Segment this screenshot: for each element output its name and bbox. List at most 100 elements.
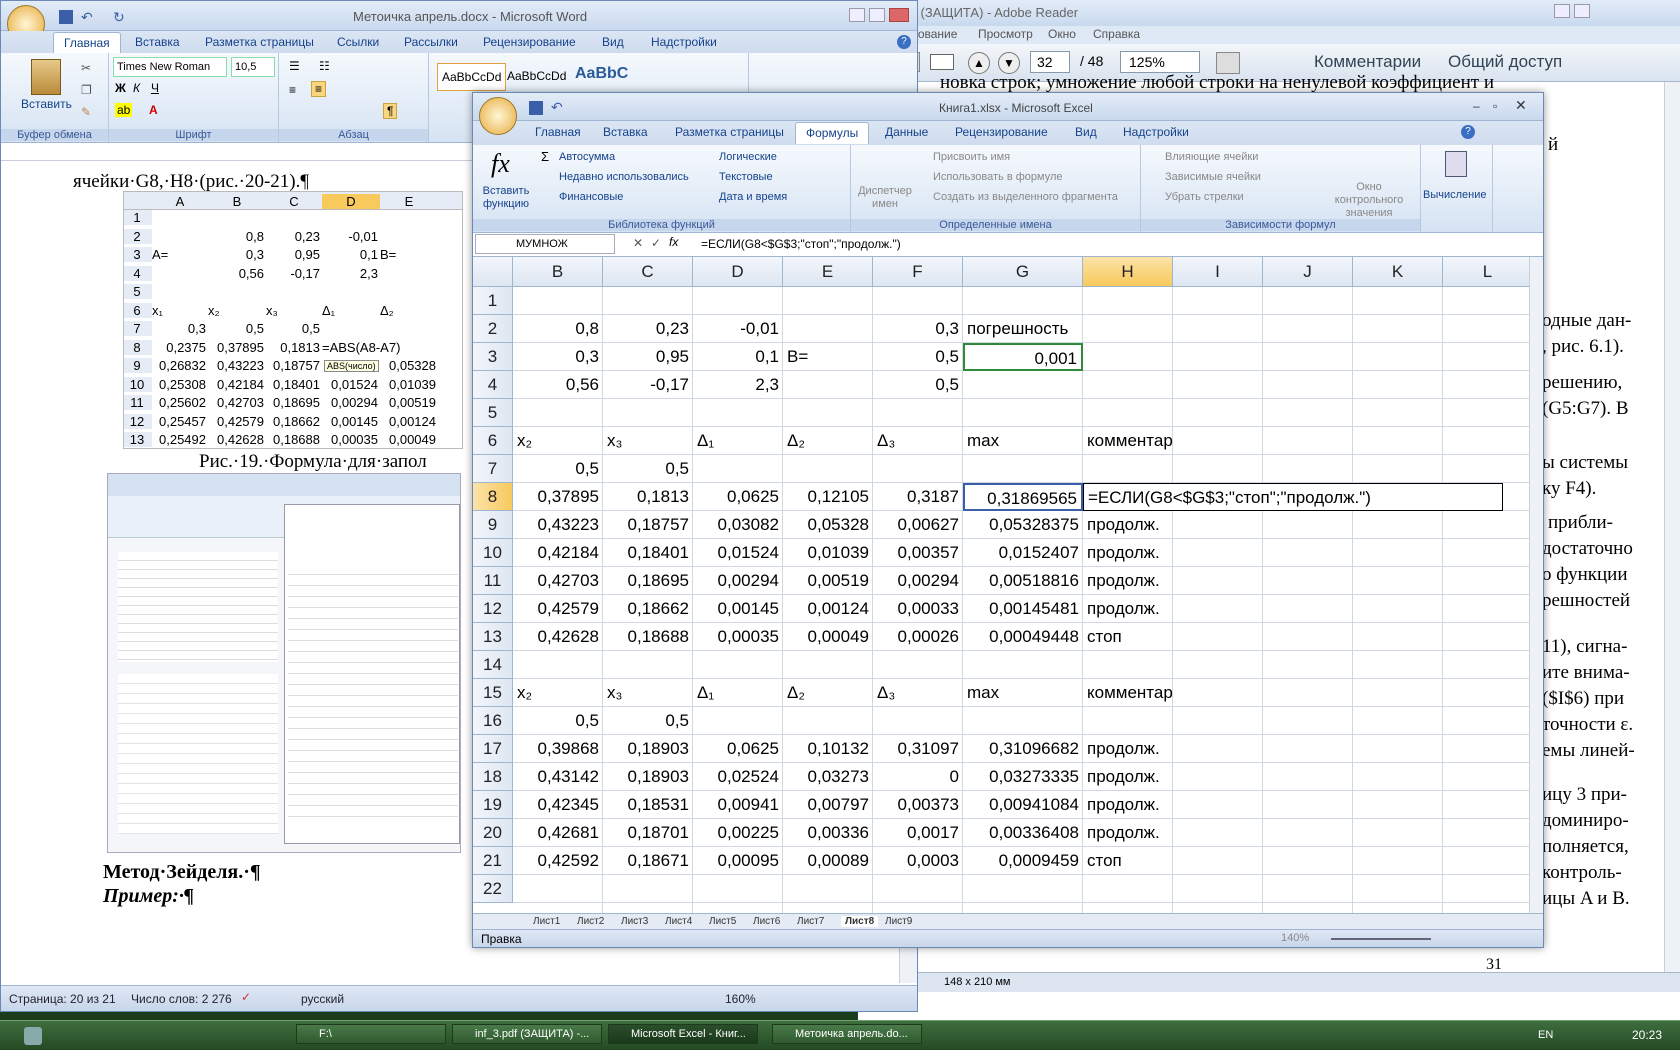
grid-cell[interactable]: 0,03273 (783, 763, 873, 791)
grid-cell[interactable]: 0,00336 (783, 819, 873, 847)
maximize-icon[interactable] (1574, 4, 1590, 18)
cancel-icon[interactable]: ✕ (633, 236, 643, 250)
grid-cell[interactable]: 0,18903 (603, 763, 693, 791)
comments-button[interactable]: Комментарии (1314, 52, 1421, 72)
name-box[interactable]: МУМНОЖ (475, 234, 615, 254)
row-header[interactable]: 6 (473, 427, 513, 455)
column-header[interactable]: G (963, 257, 1083, 287)
grid-cell[interactable]: 0,18903 (603, 735, 693, 763)
grid-cell[interactable]: 0,01039 (783, 539, 873, 567)
grid-cell[interactable]: 0,42184 (513, 539, 603, 567)
formula-input[interactable]: =ЕСЛИ(G8<$G$3;"стоп";"продолж.") (701, 237, 901, 251)
share-button[interactable]: Общий доступ (1448, 52, 1562, 72)
column-header[interactable]: I (1173, 257, 1263, 287)
tab-insert[interactable]: Вставка (135, 35, 180, 49)
sheet-tab[interactable]: Лист8 (841, 916, 879, 927)
grid-cell[interactable]: 0,12105 (783, 483, 873, 511)
grid-cell[interactable]: 0,00797 (783, 791, 873, 819)
grid-cell[interactable]: 0,001 (963, 343, 1083, 371)
grid-cell[interactable]: max (963, 679, 1083, 707)
grid-cell[interactable]: 0,5 (873, 371, 963, 399)
sheet-tab[interactable]: Лист6 (753, 916, 780, 927)
grid-cell[interactable]: 0,18662 (603, 595, 693, 623)
underline-icon[interactable]: Ч (151, 81, 159, 95)
grid-cell[interactable]: 0,01524 (693, 539, 783, 567)
grid-cell[interactable]: 0,8 (513, 315, 603, 343)
use-in-formula-button[interactable]: Использовать в формуле (933, 171, 1063, 183)
grid-cell[interactable]: погрешность (963, 315, 1083, 343)
enter-icon[interactable]: ✓ (651, 236, 661, 250)
grid-cell[interactable]: x₃ (603, 427, 693, 455)
tab-mailings[interactable]: Рассылки (404, 35, 458, 49)
grid-cell[interactable]: 0,00049448 (963, 623, 1083, 651)
tab-view[interactable]: Вид (602, 35, 624, 49)
tab-addins[interactable]: Надстройки (1123, 125, 1189, 139)
grid-cell[interactable]: -0,17 (603, 371, 693, 399)
grid-cell[interactable]: 0,31869565 (963, 483, 1083, 511)
grid-cell[interactable]: 0,00519 (783, 567, 873, 595)
grid-cell[interactable]: 0,00225 (693, 819, 783, 847)
grid-cell[interactable]: 0,39868 (513, 735, 603, 763)
sheet-tab[interactable]: Лист5 (709, 916, 736, 927)
close-icon[interactable]: ✕ (1515, 97, 1527, 114)
style-heading[interactable]: AaBbC (575, 65, 628, 83)
italic-icon[interactable]: К (133, 81, 140, 95)
row-header[interactable]: 2 (473, 315, 513, 343)
help-icon[interactable]: ? (897, 35, 911, 49)
grid-cell[interactable]: продолж. (1083, 595, 1173, 623)
sheet-tab[interactable]: Лист2 (577, 916, 604, 927)
grid-cell[interactable]: Δ₃ (873, 679, 963, 707)
grid-cell[interactable]: 0,00518816 (963, 567, 1083, 595)
taskbar-item-word[interactable]: Метоичка апрель.do... (772, 1024, 922, 1044)
grid-cell[interactable]: 0,00145481 (963, 595, 1083, 623)
grid-cell[interactable]: 0 (873, 763, 963, 791)
row-header[interactable]: 20 (473, 819, 513, 847)
grid-cell[interactable]: 0,3 (513, 343, 603, 371)
grid-cell[interactable]: 0,05328 (783, 511, 873, 539)
grid-cell[interactable]: 0,18757 (603, 511, 693, 539)
grid-cell[interactable]: 0,00294 (873, 567, 963, 595)
grid-cell[interactable]: 0,95 (603, 343, 693, 371)
language-indicator[interactable]: EN (1538, 1029, 1553, 1041)
recent-button[interactable]: Недавно использовались (559, 171, 689, 183)
tab-review[interactable]: Рецензирование (483, 35, 576, 49)
grid-cell[interactable]: x₂ (513, 679, 603, 707)
spreadsheet-grid[interactable]: B C D E F G H I J K L 1 2 0,8 0,23 -0,01 0,3 погрешность 3… (473, 257, 1529, 913)
tab-formulas[interactable]: Формулы (795, 122, 870, 144)
grid-cell[interactable]: 0,42703 (513, 567, 603, 595)
insert-function-button[interactable]: Вставить функцию (477, 185, 535, 211)
grid-cell[interactable]: 0,10132 (783, 735, 873, 763)
grid-cell[interactable]: Δ₃ (873, 427, 963, 455)
grid-cell[interactable]: 0,43223 (513, 511, 603, 539)
grid-cell[interactable]: 0,0003 (873, 847, 963, 875)
row-header[interactable]: 11 (473, 567, 513, 595)
grid-cell[interactable]: 0,5 (873, 343, 963, 371)
row-header[interactable]: 13 (473, 623, 513, 651)
fx-icon[interactable]: fx (491, 149, 510, 179)
grid-cell[interactable]: Δ₁ (693, 679, 783, 707)
font-name-select[interactable]: Times New Roman (113, 57, 227, 77)
grid-cell[interactable]: 0,00336408 (963, 819, 1083, 847)
row-header[interactable]: 14 (473, 651, 513, 679)
minimize-icon[interactable]: – (1473, 99, 1480, 113)
grid-cell[interactable]: комментарии (1083, 679, 1173, 707)
restore-icon[interactable]: ▫ (1493, 99, 1497, 113)
grid-cell[interactable]: 0,00145 (693, 595, 783, 623)
grid-cell[interactable]: Δ₂ (783, 427, 873, 455)
grid-cell[interactable]: 0,5 (603, 455, 693, 483)
grid-cell[interactable]: 0,0625 (693, 483, 783, 511)
email-icon[interactable] (930, 54, 954, 70)
taskbar-item-excel[interactable]: Microsoft Excel - Книг... (608, 1024, 758, 1044)
numbering-icon[interactable]: ☷ (319, 59, 330, 73)
grid-cell[interactable]: 0,00049 (783, 623, 873, 651)
insert-function-icon[interactable]: fx (669, 235, 678, 249)
grid-cell[interactable]: 0,18401 (603, 539, 693, 567)
tab-review[interactable]: Рецензирование (955, 125, 1048, 139)
tab-home[interactable]: Главная (53, 32, 121, 54)
row-header[interactable]: 1 (473, 287, 513, 315)
grid-cell[interactable]: 0,3187 (873, 483, 963, 511)
sheet-tab[interactable]: Лист4 (665, 916, 692, 927)
column-header[interactable]: C (603, 257, 693, 287)
column-header[interactable]: F (873, 257, 963, 287)
grid-cell[interactable]: 0,00035 (693, 623, 783, 651)
